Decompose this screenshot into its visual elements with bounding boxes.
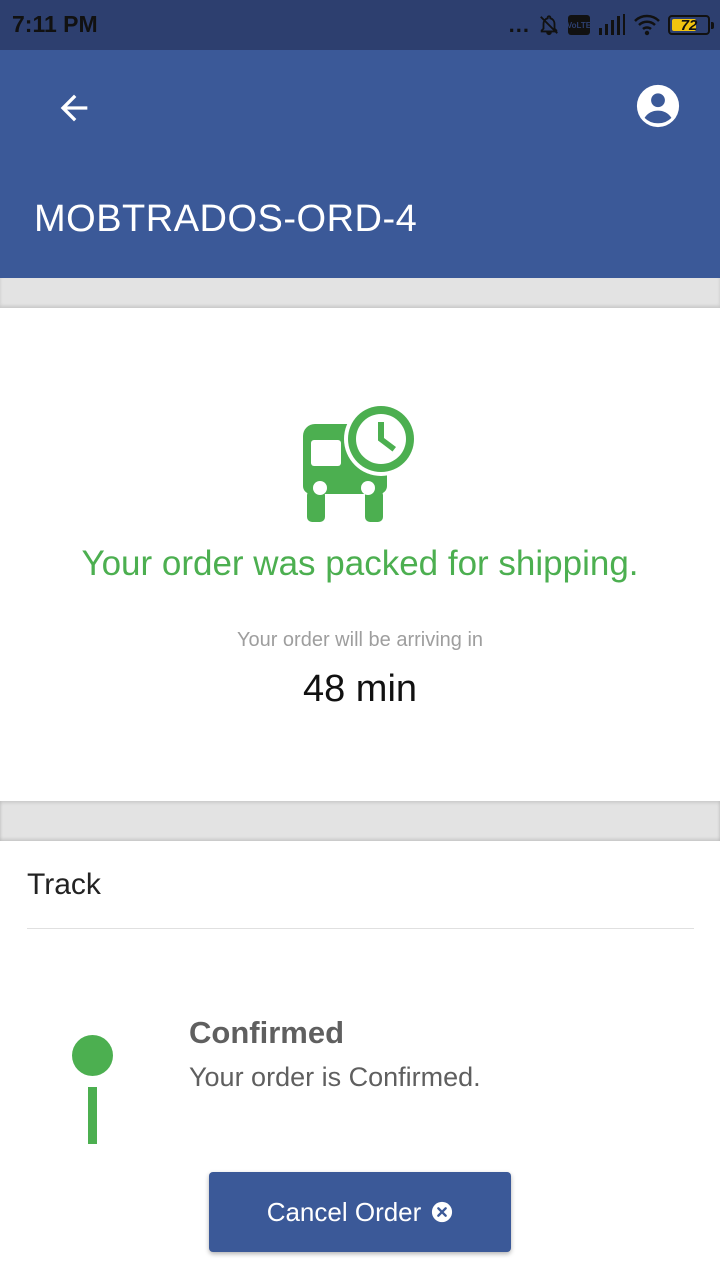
wifi-icon — [634, 14, 660, 36]
account-circle-icon — [636, 84, 680, 128]
app-bar: MOBTRADOS-ORD-4 — [0, 50, 720, 278]
more-notifications-icon: ... — [508, 12, 530, 37]
status-time: 7:11 PM — [12, 11, 98, 37]
status-bar: 7:11 PM ... VoLTE 72 — [0, 0, 720, 50]
timeline-line — [88, 1087, 97, 1144]
profile-button[interactable] — [634, 82, 682, 130]
cancel-order-label: Cancel Order — [266, 1196, 422, 1227]
battery-level: 72 — [680, 16, 698, 34]
order-status-card: Your order was packed for shipping. Your… — [0, 308, 720, 801]
step-title: Confirmed — [189, 1015, 344, 1050]
section-separator — [0, 801, 720, 841]
bus-clock-icon — [303, 402, 418, 522]
page-title: MOBTRADOS-ORD-4 — [34, 198, 418, 240]
status-message: Your order was packed for shipping. — [81, 544, 639, 583]
arrow-left-icon — [60, 94, 88, 122]
eta-value: 48 min — [302, 668, 418, 710]
timeline-dot — [72, 1035, 113, 1076]
volte-icon: VoLTE — [567, 15, 591, 35]
bell-off-icon — [538, 13, 560, 37]
close-circle-icon — [431, 1201, 453, 1223]
signal-icon — [598, 14, 626, 36]
section-separator — [0, 278, 720, 308]
cancel-order-button[interactable]: Cancel Order — [209, 1172, 511, 1252]
track-title: Track — [27, 868, 101, 901]
step-description: Your order is Confirmed. — [189, 1062, 481, 1092]
back-button[interactable] — [50, 84, 98, 132]
eta-label: Your order will be arriving in — [236, 629, 484, 651]
track-divider — [27, 928, 694, 929]
battery-icon: 72 — [668, 15, 714, 35]
status-icons: ... VoLTE 72 — [508, 12, 714, 38]
